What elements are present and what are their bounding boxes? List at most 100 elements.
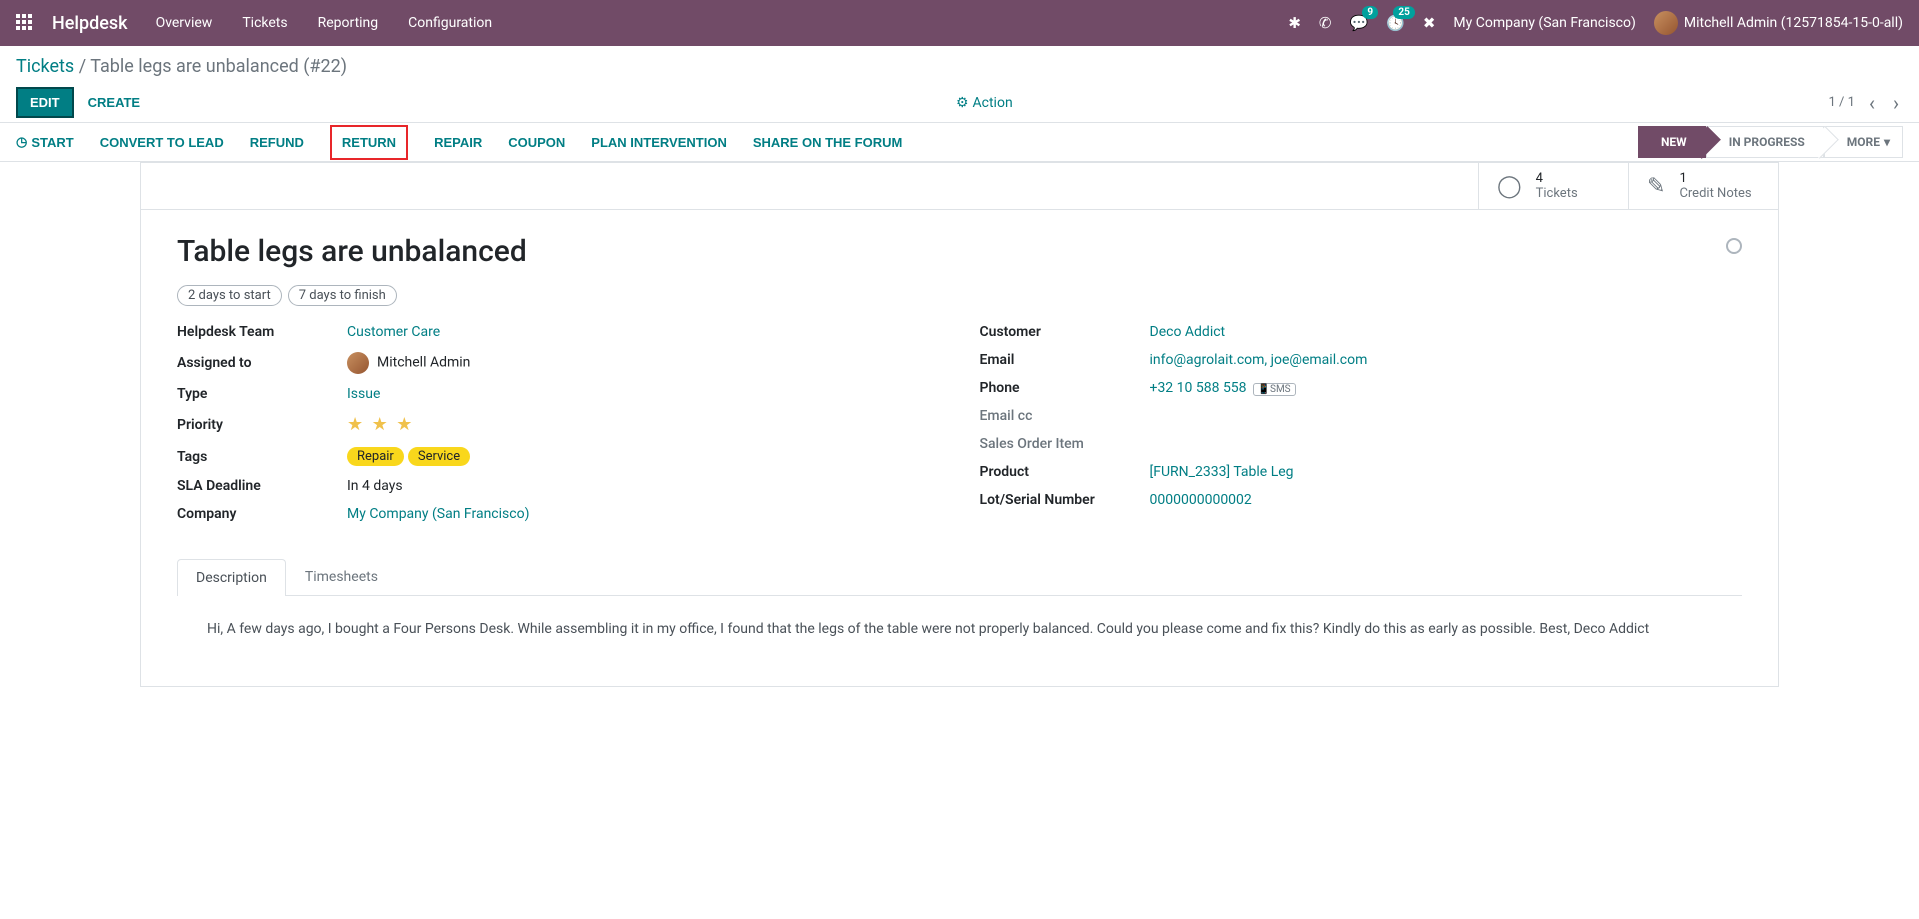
stage-new[interactable]: NEW — [1638, 126, 1706, 158]
control-panel: Tickets / Table legs are unbalanced (#22… — [0, 46, 1919, 118]
gear-icon: ⚙ — [956, 95, 969, 111]
pencil-square-icon: ✎ — [1647, 174, 1665, 199]
caret-down-icon: ▾ — [1884, 135, 1890, 149]
pager-prev[interactable]: ‹ — [1865, 91, 1879, 115]
sla-value: In 4 days — [347, 478, 403, 494]
description-text: Hi, A few days ago, I bought a Four Pers… — [177, 596, 1742, 662]
stat-credit-notes[interactable]: ✎ 1Credit Notes — [1628, 163, 1778, 209]
tab-description[interactable]: Description — [177, 559, 286, 596]
notebook-tabs: Description Timesheets — [177, 558, 1742, 596]
form-sheet: ◯ 4Tickets ✎ 1Credit Notes Table legs ar… — [140, 162, 1779, 687]
tags-value[interactable]: RepairService — [347, 447, 474, 466]
refund-button[interactable]: REFUND — [250, 135, 304, 150]
repair-button[interactable]: REPAIR — [434, 135, 482, 150]
start-button[interactable]: ◷START — [16, 134, 74, 150]
stat-tickets-label: Tickets — [1536, 186, 1578, 201]
phone-icon[interactable]: ✆ — [1319, 14, 1332, 32]
lot-value[interactable]: 0000000000002 — [1150, 492, 1252, 508]
tag-repair: Repair — [347, 447, 404, 466]
edit-button[interactable]: EDIT — [16, 87, 74, 118]
avatar-icon — [1654, 11, 1678, 35]
team-value[interactable]: Customer Care — [347, 324, 440, 340]
messages-badge: 9 — [1362, 6, 1378, 19]
nav-reporting[interactable]: Reporting — [318, 15, 379, 31]
tag-service: Service — [408, 447, 470, 466]
share-forum-button[interactable]: SHARE ON THE FORUM — [753, 135, 903, 150]
sms-button[interactable]: 📱SMS — [1253, 383, 1296, 396]
user-menu[interactable]: Mitchell Admin (12571854-15-0-all) — [1654, 11, 1903, 35]
stat-credit-label: Credit Notes — [1679, 186, 1751, 201]
return-button[interactable]: RETURN — [330, 125, 408, 160]
action-label: Action — [973, 95, 1013, 111]
tools-icon[interactable]: ✖ — [1423, 14, 1436, 32]
apps-icon[interactable] — [16, 14, 34, 32]
form-sheet-wrap: ◯ 4Tickets ✎ 1Credit Notes Table legs ar… — [0, 162, 1919, 727]
team-label: Helpdesk Team — [177, 324, 347, 340]
pill-finish: 7 days to finish — [288, 285, 397, 306]
create-button[interactable]: CREATE — [88, 95, 140, 110]
emailcc-label: Email cc — [980, 408, 1150, 424]
statusbar-actions: ◷START CONVERT TO LEAD REFUND RETURN REP… — [16, 125, 902, 160]
priority-label: Priority — [177, 417, 347, 433]
stage-buttons: NEW IN PROGRESS MORE ▾ — [1638, 126, 1903, 158]
nav-right: ✱ ✆ 💬9 🕓25 ✖ My Company (San Francisco) … — [1288, 11, 1903, 35]
right-column: CustomerDeco Addict Emailinfo@agrolait.c… — [980, 324, 1743, 534]
lifebuoy-icon: ◯ — [1497, 174, 1522, 199]
messages-icon[interactable]: 💬9 — [1349, 14, 1368, 32]
field-columns: Helpdesk TeamCustomer Care Assigned toMi… — [177, 324, 1742, 534]
company-value[interactable]: My Company (San Francisco) — [347, 506, 529, 522]
pill-start: 2 days to start — [177, 285, 282, 306]
email-label: Email — [980, 352, 1150, 368]
product-value[interactable]: [FURN_2333] Table Leg — [1150, 464, 1294, 480]
assigned-value[interactable]: Mitchell Admin — [347, 352, 470, 374]
pager-next[interactable]: › — [1889, 91, 1903, 115]
lot-label: Lot/Serial Number — [980, 492, 1150, 508]
breadcrumb: Tickets / Table legs are unbalanced (#22… — [16, 56, 1903, 77]
assigned-label: Assigned to — [177, 355, 347, 371]
email-value[interactable]: info@agrolait.com, joe@email.com — [1150, 352, 1368, 368]
user-name: Mitchell Admin (12571854-15-0-all) — [1684, 15, 1903, 31]
type-label: Type — [177, 386, 347, 402]
coupon-button[interactable]: COUPON — [508, 135, 565, 150]
sla-label: SLA Deadline — [177, 478, 347, 494]
customer-value[interactable]: Deco Addict — [1150, 324, 1226, 340]
kanban-state-dot[interactable] — [1726, 238, 1742, 254]
breadcrumb-current: Table legs are unbalanced (#22) — [90, 56, 347, 77]
ticket-title: Table legs are unbalanced — [177, 234, 1742, 269]
phone-label: Phone — [980, 380, 1150, 396]
tab-timesheets[interactable]: Timesheets — [286, 558, 397, 595]
product-label: Product — [980, 464, 1150, 480]
activities-icon[interactable]: 🕓25 — [1386, 14, 1405, 32]
breadcrumb-parent[interactable]: Tickets — [16, 56, 74, 77]
soi-label: Sales Order Item — [980, 436, 1150, 452]
sheet-body: Table legs are unbalanced 2 days to star… — [141, 210, 1778, 686]
stat-buttons: ◯ 4Tickets ✎ 1Credit Notes — [141, 163, 1778, 210]
assignee-avatar-icon — [347, 352, 369, 374]
nav-tickets[interactable]: Tickets — [242, 15, 287, 31]
tags-label: Tags — [177, 449, 347, 465]
customer-label: Customer — [980, 324, 1150, 340]
priority-stars[interactable]: ★ ★ ★ — [347, 414, 414, 435]
clock-icon: ◷ — [16, 134, 27, 150]
activities-badge: 25 — [1393, 6, 1414, 19]
nav-configuration[interactable]: Configuration — [408, 15, 492, 31]
nav-overview[interactable]: Overview — [156, 15, 213, 31]
pager-count: 1 / 1 — [1829, 95, 1855, 110]
pager: 1 / 1 ‹ › — [1829, 91, 1903, 115]
left-column: Helpdesk TeamCustomer Care Assigned toMi… — [177, 324, 940, 534]
stat-tickets-count: 4 — [1536, 171, 1578, 186]
app-title[interactable]: Helpdesk — [52, 13, 128, 34]
convert-to-lead-button[interactable]: CONVERT TO LEAD — [100, 135, 224, 150]
status-bar: ◷START CONVERT TO LEAD REFUND RETURN REP… — [0, 122, 1919, 162]
plan-intervention-button[interactable]: PLAN INTERVENTION — [591, 135, 727, 150]
stat-tickets[interactable]: ◯ 4Tickets — [1478, 163, 1628, 209]
type-value[interactable]: Issue — [347, 386, 380, 402]
stage-in-progress[interactable]: IN PROGRESS — [1706, 126, 1824, 158]
top-nav: Helpdesk Overview Tickets Reporting Conf… — [0, 0, 1919, 46]
company-switcher[interactable]: My Company (San Francisco) — [1453, 15, 1635, 31]
stat-credit-count: 1 — [1679, 171, 1751, 186]
bug-icon[interactable]: ✱ — [1288, 14, 1301, 32]
phone-value: +32 10 588 558📱SMS — [1150, 380, 1296, 396]
sla-pills: 2 days to start 7 days to finish — [177, 285, 1742, 306]
action-dropdown[interactable]: ⚙ Action — [956, 95, 1013, 111]
